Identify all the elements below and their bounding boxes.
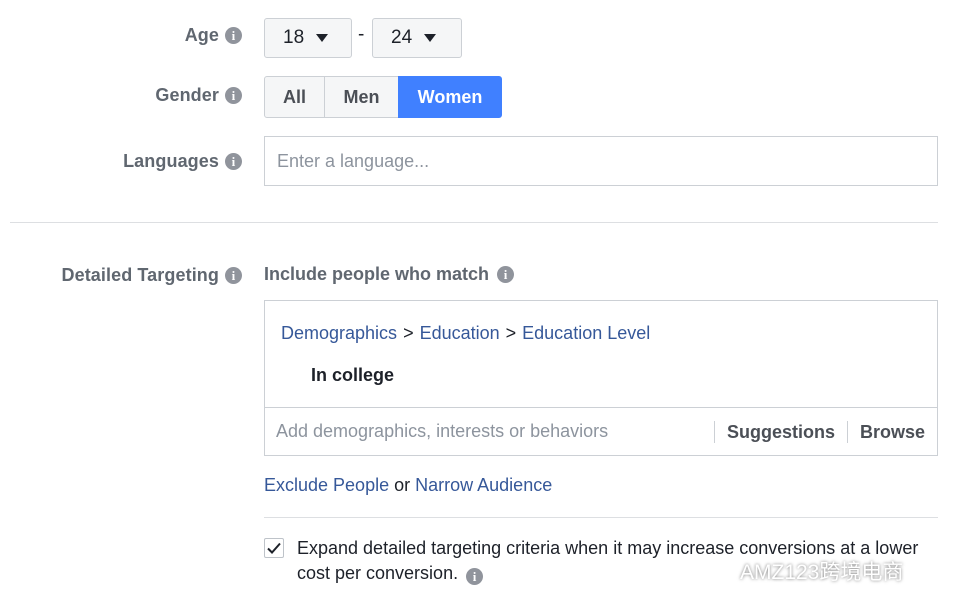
info-icon[interactable]: i	[466, 568, 484, 585]
info-icon[interactable]: i	[225, 87, 242, 104]
age-max-value: 24	[391, 27, 413, 48]
or-text: or	[394, 475, 411, 495]
age-min-value: 18	[283, 27, 305, 48]
language-input[interactable]	[264, 136, 938, 186]
breadcrumb: Demographics > Education > Education Lev…	[281, 323, 650, 344]
watermark-text: AMZ123跨境电商	[740, 561, 904, 584]
gender-label-row: Gender i	[155, 85, 242, 106]
wechat-logo-icon	[704, 560, 733, 581]
age-min-dropdown[interactable]: 18	[264, 18, 352, 58]
detailed-targeting-label-row: Detailed Targeting i	[61, 265, 242, 286]
exclude-narrow-row: Exclude People or Narrow Audience	[264, 475, 552, 496]
breadcrumb-education[interactable]: Education	[420, 323, 500, 344]
detailed-targeting-label: Detailed Targeting	[61, 265, 219, 285]
section-divider	[10, 222, 938, 223]
narrow-audience-link[interactable]: Narrow Audience	[415, 475, 552, 495]
targeting-search-bar: Suggestions Browse	[265, 407, 937, 455]
languages-label-row: Languages i	[123, 151, 242, 172]
caret-down-icon	[316, 34, 329, 42]
gender-segmented-control: All Men Women	[264, 76, 502, 118]
age-label: Age	[184, 25, 219, 45]
gender-label: Gender	[155, 85, 219, 105]
expand-targeting-checkbox[interactable]	[264, 538, 284, 558]
languages-label: Languages	[123, 151, 219, 171]
expand-divider	[264, 517, 938, 518]
age-label-row: Age i	[185, 25, 242, 46]
age-separator: -	[358, 24, 365, 45]
info-icon[interactable]: i	[225, 153, 242, 170]
gender-men-button[interactable]: Men	[324, 76, 399, 118]
breadcrumb-separator: >	[505, 323, 517, 343]
caret-down-icon	[424, 34, 437, 42]
targeting-search-input[interactable]	[265, 408, 714, 455]
checkmark-icon	[267, 542, 281, 554]
suggestions-button[interactable]: Suggestions	[713, 420, 847, 443]
age-max-dropdown[interactable]: 24	[372, 18, 462, 58]
include-label-row: Include people who match i	[264, 264, 515, 285]
gender-all-button[interactable]: All	[264, 76, 325, 118]
include-label: Include people who match	[264, 264, 490, 284]
info-icon[interactable]: i	[225, 27, 242, 44]
selected-targeting-item[interactable]: In college	[311, 365, 394, 386]
breadcrumb-demographics[interactable]: Demographics	[281, 323, 397, 344]
breadcrumb-education-level[interactable]: Education Level	[522, 323, 650, 344]
audience-targeting-panel: Age i 18 - 24 Gender i All Men Women Lan…	[0, 0, 956, 610]
exclude-people-link[interactable]: Exclude People	[264, 475, 389, 495]
breadcrumb-separator: >	[403, 323, 414, 343]
gender-women-button[interactable]: Women	[398, 76, 502, 118]
targeting-box: Demographics > Education > Education Lev…	[264, 300, 938, 456]
browse-button[interactable]: Browse	[846, 420, 937, 443]
info-icon[interactable]: i	[497, 266, 515, 283]
watermark: AMZ123跨境电商	[704, 556, 903, 586]
info-icon[interactable]: i	[225, 267, 242, 284]
